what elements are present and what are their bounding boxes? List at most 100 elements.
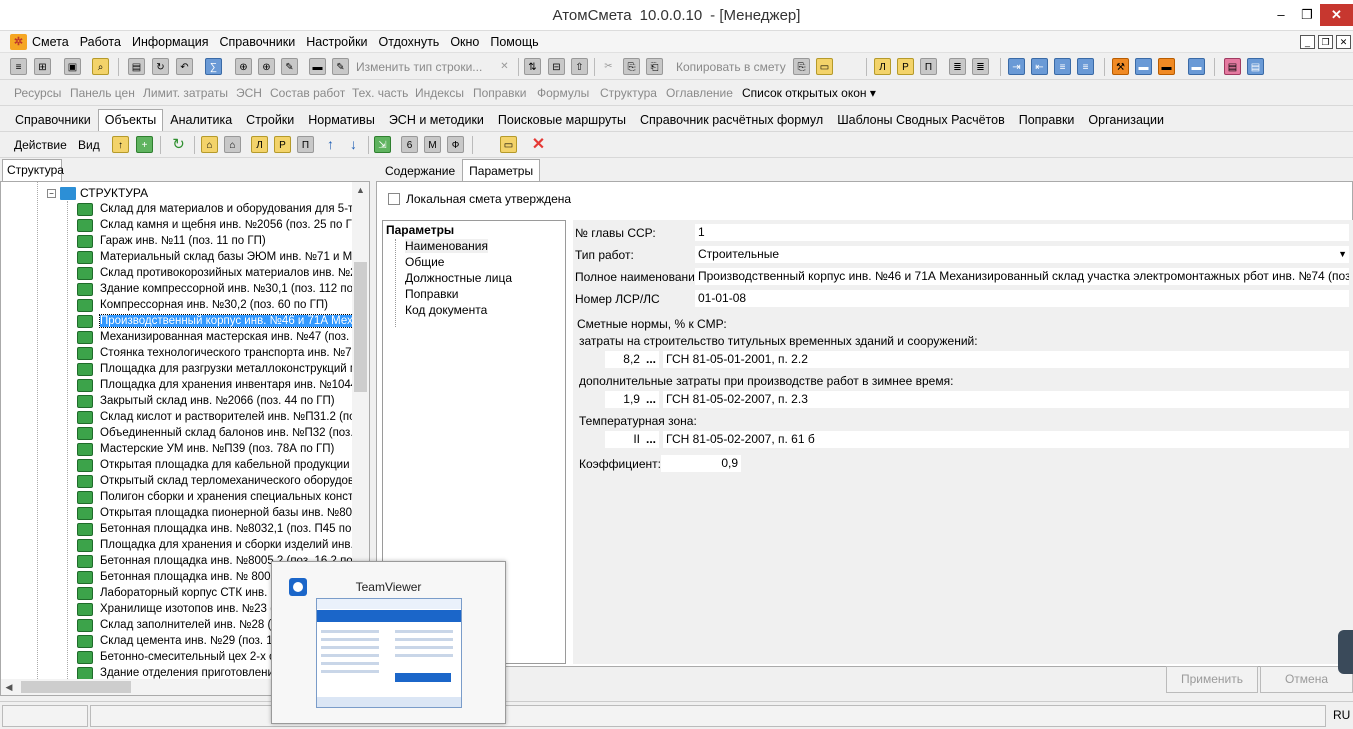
align-left-icon[interactable]: ≡: [1054, 58, 1071, 75]
tools-icon[interactable]: ⚒: [1112, 58, 1129, 75]
nav-item-corrections[interactable]: Поправки: [405, 287, 458, 301]
nav-item-names[interactable]: Наименования: [405, 239, 489, 253]
close-button[interactable]: ✕: [1320, 4, 1353, 26]
maximize-button[interactable]: ❐: [1294, 4, 1320, 26]
export-icon[interactable]: ⇲: [374, 136, 391, 153]
tree-item[interactable]: Площадка для разгрузки металлоконструкци…: [77, 361, 353, 377]
insert-icon[interactable]: ⊕: [235, 58, 252, 75]
structure-button[interactable]: Структура: [600, 86, 657, 100]
tab-organizations[interactable]: Организации: [1081, 109, 1171, 131]
tree-item[interactable]: Склад кислот и растворителей инв. №П31.2…: [77, 409, 353, 425]
coef-input[interactable]: 0,9: [661, 455, 741, 472]
copy-to-estimate-button[interactable]: Копировать в смету: [676, 60, 786, 74]
r-doc-icon[interactable]: Р: [897, 58, 914, 75]
ls-doc-icon[interactable]: Л: [874, 58, 891, 75]
hierarchy-icon[interactable]: ⌂: [201, 136, 218, 153]
view-menu[interactable]: Вид: [78, 138, 100, 152]
tree-item[interactable]: Компрессорная инв. №30,2 (поз. 60 по ГП): [77, 297, 353, 313]
tab-esn-methods[interactable]: ЭСН и методики: [382, 109, 491, 131]
resursy-button[interactable]: Ресурсы: [14, 86, 61, 100]
nav-root[interactable]: Параметры: [386, 223, 454, 237]
comment-icon[interactable]: ✎: [281, 58, 298, 75]
menu-pomosch[interactable]: Помощь: [490, 35, 538, 49]
scroll-thumb[interactable]: [21, 681, 131, 693]
tab-structure[interactable]: Структура: [2, 159, 64, 181]
truck-icon[interactable]: ▬: [309, 58, 326, 75]
teamviewer-thumbnail[interactable]: [316, 598, 462, 708]
corrections-button[interactable]: Поправки: [473, 86, 526, 100]
tree-item[interactable]: Здание компрессорной инв. №30,1 (поз. 11…: [77, 281, 353, 297]
work-type-select[interactable]: Строительные ▼: [695, 246, 1349, 263]
arrow-down-icon[interactable]: ↓: [345, 136, 362, 153]
list-icon[interactable]: ≡: [10, 58, 27, 75]
tab-summary-templates[interactable]: Шаблоны Сводных Расчётов: [830, 109, 1012, 131]
tab-normatives[interactable]: Нормативы: [301, 109, 382, 131]
tree-item[interactable]: Открытая площадка для кабельной продукци…: [77, 457, 353, 473]
menu-informatsiya[interactable]: Информация: [132, 35, 209, 49]
delete-icon[interactable]: ✕: [496, 58, 513, 75]
lsr-input[interactable]: 01-01-08: [695, 290, 1349, 307]
crane-icon[interactable]: ▬: [1135, 58, 1152, 75]
open-folder-icon[interactable]: ▭: [500, 136, 517, 153]
cut-icon[interactable]: ✂: [600, 58, 617, 75]
tree-edit-icon[interactable]: ⌂: [224, 136, 241, 153]
tech-part-button[interactable]: Тех. часть: [352, 86, 408, 100]
tab-corrections[interactable]: Поправки: [1012, 109, 1082, 131]
tree-icon[interactable]: ⊞: [34, 58, 51, 75]
more-button[interactable]: ...: [646, 392, 656, 406]
bulldozer-icon[interactable]: ▬: [1158, 58, 1175, 75]
minimize-button[interactable]: –: [1268, 4, 1294, 26]
tree-item[interactable]: Закрытый склад инв. №2066 (поз. 44 по ГП…: [77, 393, 353, 409]
menu-smeta[interactable]: Смета: [32, 35, 69, 49]
f3-icon[interactable]: Ф: [447, 136, 464, 153]
tree-item[interactable]: Площадка для хранения инвентаря инв. №10…: [77, 377, 353, 393]
work-composition-button[interactable]: Состав работ: [270, 86, 345, 100]
change-row-type-button[interactable]: Изменить тип строки...: [356, 60, 482, 74]
folder-add-icon[interactable]: +: [136, 136, 153, 153]
ls-icon[interactable]: Л: [251, 136, 268, 153]
calc-icon[interactable]: ∑: [205, 58, 222, 75]
tree-item[interactable]: Открытый склад терломеханического оборуд…: [77, 473, 353, 489]
tree-item[interactable]: Склад противокорозийных материалов инв. …: [77, 265, 353, 281]
m29-icon[interactable]: M: [424, 136, 441, 153]
tree-root[interactable]: − СТРУКТУРА: [47, 185, 148, 201]
tab-search-routes[interactable]: Поисковые маршруты: [491, 109, 633, 131]
contents-button[interactable]: Оглавление: [666, 86, 733, 100]
indent-icon[interactable]: ⇥: [1008, 58, 1025, 75]
tree-item[interactable]: Площадка для хранения и сборки изделий и…: [77, 537, 353, 553]
menu-otdokhnut[interactable]: Отдохнуть: [379, 35, 440, 49]
menu-spravochniki[interactable]: Справочники: [220, 35, 296, 49]
clipboard-icon[interactable]: ⎘: [793, 58, 810, 75]
teamviewer-preview[interactable]: TeamViewer: [271, 561, 506, 724]
tree-item[interactable]: Бетонная площадка инв. №8032,1 (поз. П45…: [77, 521, 353, 537]
copy-icon[interactable]: ⎘: [623, 58, 640, 75]
search-icon[interactable]: ⌕: [92, 58, 109, 75]
menu-nastroyki[interactable]: Настройки: [306, 35, 367, 49]
tree-item[interactable]: Мастерские УМ инв. №П39 (поз. 78А по ГП): [77, 441, 353, 457]
nav-item-general[interactable]: Общие: [405, 255, 444, 269]
mdi-restore-button[interactable]: ❐: [1318, 35, 1333, 49]
upload-icon[interactable]: ⇧: [571, 58, 588, 75]
tree-item[interactable]: Материальный склад базы ЭЮМ инв. №71 и М…: [77, 249, 353, 265]
menu-okno[interactable]: Окно: [450, 35, 479, 49]
app-logo-icon[interactable]: ✲: [10, 34, 27, 50]
move-icon[interactable]: ⇅: [524, 58, 541, 75]
tree-item[interactable]: Гараж инв. №11 (поз. 11 по ГП): [77, 233, 353, 249]
split-icon[interactable]: ⊟: [548, 58, 565, 75]
tab-objects[interactable]: Объекты: [97, 109, 164, 131]
tab-analytics[interactable]: Аналитика: [163, 109, 239, 131]
language-indicator[interactable]: RU: [1333, 708, 1350, 722]
menu-rabota[interactable]: Работа: [80, 35, 121, 49]
arrow-up-icon[interactable]: ↑: [322, 136, 339, 153]
r-icon[interactable]: Р: [274, 136, 291, 153]
books-blue-icon[interactable]: ▤: [1247, 58, 1264, 75]
nav-item-doc-code[interactable]: Код документа: [405, 303, 487, 317]
tree-item[interactable]: Склад камня и щебня инв. №2056 (поз. 25 …: [77, 217, 353, 233]
more-button[interactable]: ...: [646, 352, 656, 366]
list-down-icon[interactable]: ≣: [972, 58, 989, 75]
winter-input[interactable]: 1,9...: [605, 391, 659, 408]
nav-item-officials[interactable]: Должностные лица: [405, 271, 512, 285]
paste-icon[interactable]: ⎗: [646, 58, 663, 75]
tab-formula-reference[interactable]: Справочник расчётных формул: [633, 109, 830, 131]
tree-item[interactable]: Открытая площадка пионерной базы инв. №8…: [77, 505, 353, 521]
